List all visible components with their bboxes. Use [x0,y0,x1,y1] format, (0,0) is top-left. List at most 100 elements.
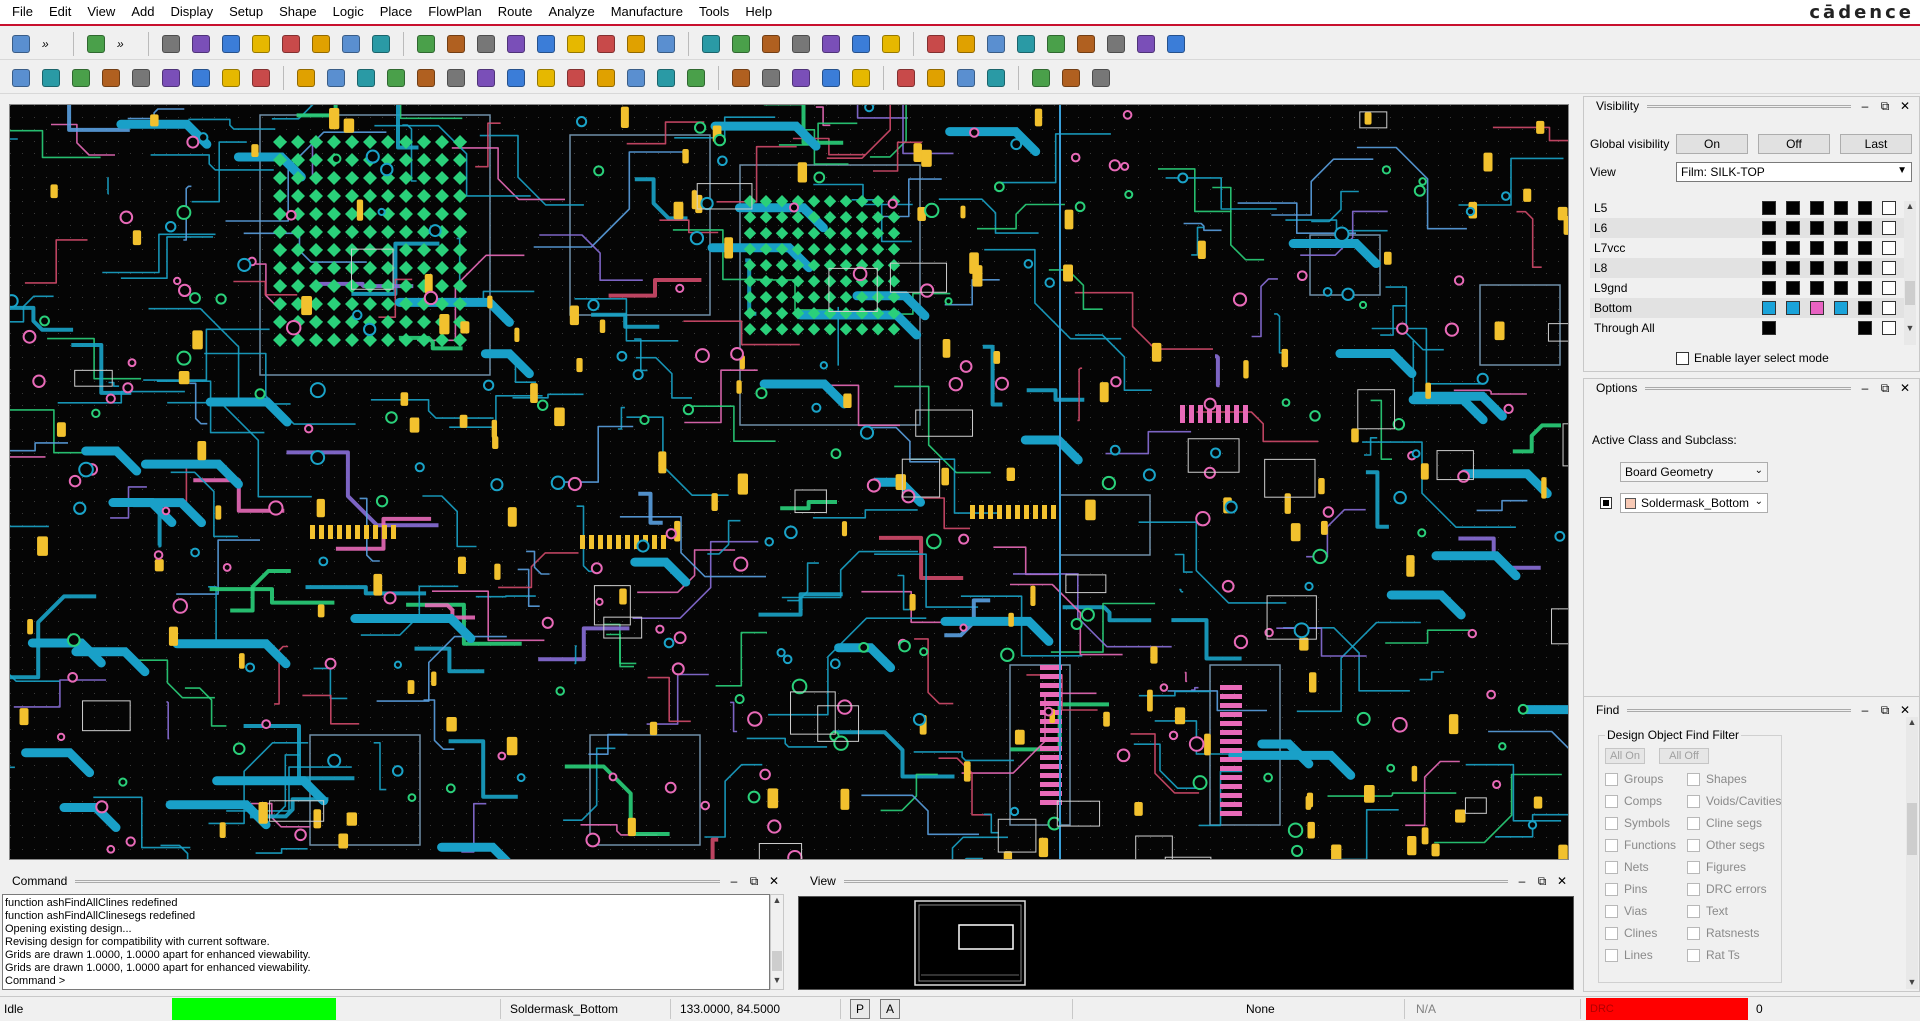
slide-icon[interactable] [188,31,214,57]
layer-color-swatch[interactable] [1834,241,1848,255]
menu-file[interactable]: File [4,0,41,24]
menu-tools[interactable]: Tools [691,0,737,24]
layer-visibility-checkbox[interactable] [1882,201,1896,215]
layer-row[interactable]: L9gnd [1590,278,1905,298]
find-filter-checkbox[interactable] [1687,860,1700,874]
menu-flowplan[interactable]: FlowPlan [420,0,489,24]
restore-icon[interactable]: ⧉ [1879,703,1891,718]
layer-visibility-checkbox[interactable] [1882,221,1896,235]
edit-icon[interactable] [533,31,559,57]
layer-color-swatch[interactable] [1786,221,1800,235]
void-icon[interactable] [593,31,619,57]
find-filter-option[interactable]: Lines [1605,948,1653,962]
layer-row[interactable]: L8 [1590,258,1905,278]
zoom-prev-icon[interactable] [188,65,214,91]
zoom-window-icon[interactable] [98,65,124,91]
menu-display[interactable]: Display [162,0,221,24]
find-filter-checkbox[interactable] [1687,794,1700,808]
layer-color-swatch[interactable] [1810,261,1824,275]
command-scrollbar[interactable]: ▲ ▼ [770,894,784,990]
enable-layer-select-toggle[interactable]: Enable layer select mode [1676,351,1829,365]
find-filter-checkbox[interactable] [1687,882,1700,896]
find-filter-option[interactable]: DRC errors [1687,882,1767,896]
layer-color-swatch[interactable] [1762,321,1776,335]
shape-icon[interactable] [413,31,439,57]
gloss-icon[interactable] [368,31,394,57]
spread-icon[interactable] [308,31,334,57]
find-filter-checkbox[interactable] [1605,882,1618,896]
drc-icon[interactable] [1163,31,1189,57]
menu-logic[interactable]: Logic [325,0,372,24]
minimize-icon[interactable]: – [1859,381,1871,396]
layer-color-swatch[interactable] [1762,281,1776,295]
grid-icon[interactable] [698,31,724,57]
scroll-down-icon[interactable]: ▼ [1906,977,1918,987]
film-icon[interactable] [323,65,349,91]
close-icon[interactable]: ✕ [1899,703,1911,718]
restore-icon[interactable]: ⧉ [1879,381,1891,396]
new-file-icon[interactable] [8,31,34,57]
find-filter-option[interactable]: Rat Ts [1687,948,1740,962]
mirror-icon[interactable] [923,65,949,91]
scroll-down-icon[interactable]: ▼ [1904,323,1916,333]
circle-icon[interactable] [473,31,499,57]
route-icon[interactable] [338,31,364,57]
restore-icon[interactable]: ⧉ [1879,99,1891,114]
matrix-icon[interactable] [878,31,904,57]
find-filter-checkbox[interactable] [1605,816,1618,830]
array-icon[interactable] [653,65,679,91]
layer-color-swatch[interactable] [1762,241,1776,255]
timer-icon[interactable] [1133,31,1159,57]
find-filter-checkbox[interactable] [1687,838,1700,852]
find-filter-option[interactable]: Voids/Cavities [1687,794,1781,808]
layer-color-swatch[interactable] [1858,281,1872,295]
menu-route[interactable]: Route [490,0,541,24]
layer-color-swatch[interactable] [1858,201,1872,215]
layer-color-swatch[interactable] [1834,281,1848,295]
layer-color-swatch[interactable] [1858,221,1872,235]
layer-color-swatch[interactable] [1762,301,1776,315]
scroll-up-icon[interactable]: ▲ [1906,717,1918,727]
table-icon[interactable] [848,31,874,57]
close-icon[interactable]: ✕ [768,874,780,889]
find-filter-checkbox[interactable] [1605,838,1618,852]
script-icon[interactable] [1058,65,1084,91]
layer-row[interactable]: Through All [1590,318,1905,338]
find-filter-option[interactable]: Nets [1605,860,1649,874]
layer-color-swatch[interactable] [1834,221,1848,235]
find-filter-option[interactable]: Text [1687,904,1728,918]
visibility-last-button[interactable]: Last [1840,134,1912,154]
measure-icon[interactable] [383,65,409,91]
flag-icon[interactable] [563,65,589,91]
find-panel-scrollbar[interactable]: ▲ ▼ [1906,717,1918,989]
absolute-toggle-button[interactable]: A [880,999,900,1019]
report-icon[interactable] [818,31,844,57]
zoom-world-icon[interactable] [218,65,244,91]
select-icon[interactable] [503,31,529,57]
gear-sun-icon[interactable] [1073,31,1099,57]
layer-color-swatch[interactable] [1786,281,1800,295]
find-filter-checkbox[interactable] [1605,948,1618,962]
find-filter-checkbox[interactable] [1605,860,1618,874]
layer-row[interactable]: L7vcc [1590,238,1905,258]
close-icon[interactable]: ✕ [1899,99,1911,114]
layer-color-swatch[interactable] [1834,261,1848,275]
layer-color-swatch[interactable] [1762,201,1776,215]
restore-icon[interactable]: ⧉ [1536,874,1548,889]
layer-row[interactable]: Bottom [1590,298,1905,318]
visibility-off-button[interactable]: Off [1758,134,1830,154]
find-filter-option[interactable]: Symbols [1605,816,1670,830]
text-icon[interactable] [788,65,814,91]
find-filter-option[interactable]: Vias [1605,904,1647,918]
menu-place[interactable]: Place [372,0,421,24]
layer-color-swatch[interactable] [1786,241,1800,255]
record-icon[interactable] [1088,65,1114,91]
zoom-plus-icon[interactable] [128,65,154,91]
layer-color-swatch[interactable] [1786,261,1800,275]
minimize-icon[interactable]: – [1859,703,1871,718]
light-icon[interactable] [1043,31,1069,57]
vertex-icon[interactable] [278,31,304,57]
camera-icon[interactable] [503,65,529,91]
scroll-thumb[interactable] [1907,803,1917,855]
layer-row[interactable]: L5 [1590,198,1905,218]
